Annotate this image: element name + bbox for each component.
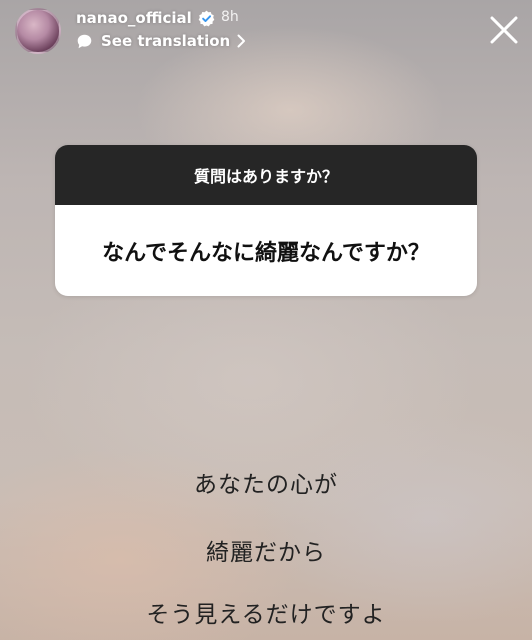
post-time: 8h: [221, 9, 239, 25]
see-translation-link[interactable]: See translation: [76, 31, 246, 51]
translate-speech-bubble-icon: [77, 34, 92, 48]
see-translation-label: See translation: [101, 32, 231, 50]
answer-line-2: 綺麗だから: [206, 540, 326, 566]
chevron-right-icon: [237, 34, 246, 48]
username[interactable]: nanao_official: [76, 9, 192, 27]
question-text: なんでそんなに綺麗なんですか？: [55, 205, 477, 296]
answer-line-3: そう見えるだけですよ: [146, 602, 386, 628]
close-icon[interactable]: [488, 14, 520, 46]
question-prompt: 質問はありますか？: [55, 145, 477, 205]
story-viewer[interactable]: nanao_official 8h See translation 質問はありま…: [0, 0, 532, 640]
avatar[interactable]: [15, 8, 61, 54]
verified-badge-icon: [198, 10, 215, 27]
answer-line-1: あなたの心が: [194, 472, 338, 498]
question-sticker[interactable]: 質問はありますか？ なんでそんなに綺麗なんですか？: [55, 145, 477, 296]
story-header: nanao_official 8h See translation: [0, 0, 532, 60]
